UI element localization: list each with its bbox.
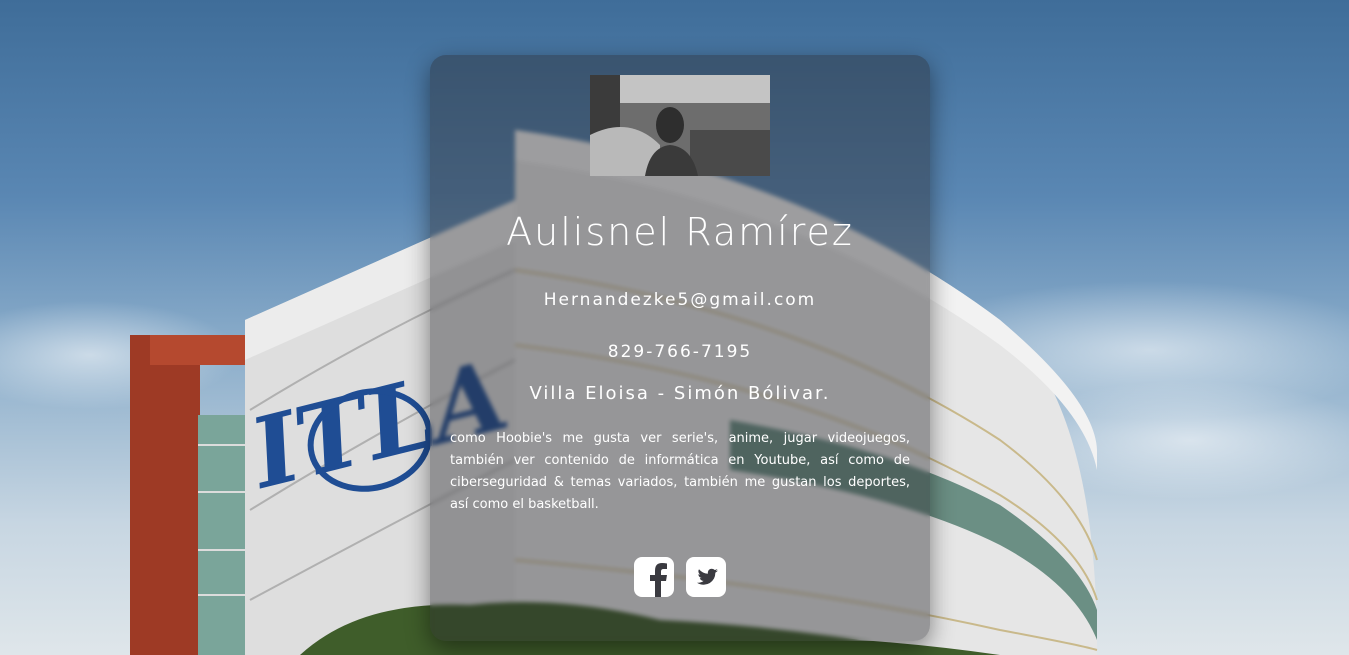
profile-name: Aulisnel Ramírez — [506, 210, 854, 254]
facebook-link[interactable] — [634, 557, 674, 597]
profile-address: Villa Eloisa - Simón Bólivar. — [529, 383, 831, 404]
facebook-icon — [634, 557, 674, 597]
social-links — [430, 557, 930, 597]
profile-bio: como Hoobie's me gusta ver serie's, anim… — [450, 431, 910, 512]
twitter-link[interactable] — [686, 557, 726, 597]
profile-email: Hernandezke5@gmail.com — [543, 290, 817, 310]
profile-photo — [590, 75, 770, 176]
profile-card: Aulisnel Ramírez Hernandezke5@gmail.com … — [430, 55, 930, 641]
twitter-icon — [686, 557, 726, 597]
page: ITLA Aulisnel Ramírez Hernandezke5@gmail… — [0, 0, 1349, 655]
profile-phone: 829-766-7195 — [607, 342, 753, 362]
